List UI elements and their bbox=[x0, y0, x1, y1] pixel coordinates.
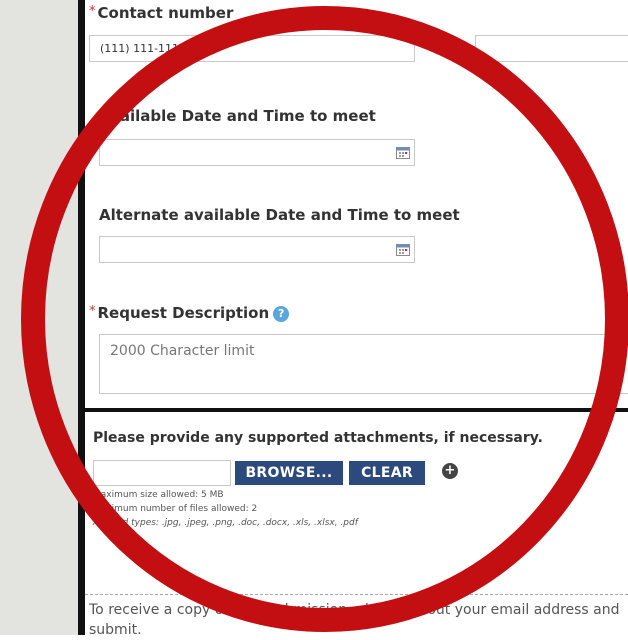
file-name-input[interactable] bbox=[93, 460, 231, 486]
add-icon[interactable]: + bbox=[442, 463, 458, 479]
attachments-title: Please provide any supported attachments… bbox=[93, 430, 543, 446]
alternate-date-input[interactable] bbox=[99, 236, 415, 263]
footer-text: To receive a copy of your submission, pl… bbox=[89, 602, 620, 638]
max-files-note: Maximum number of files allowed: 2 bbox=[93, 504, 258, 514]
calendar-icon[interactable] bbox=[396, 147, 410, 159]
request-description-placeholder: 2000 Character limit bbox=[110, 343, 255, 359]
required-marker: * bbox=[89, 304, 96, 319]
contact-number-label: * Contact number bbox=[89, 4, 234, 22]
extension-input[interactable] bbox=[475, 35, 628, 62]
max-size-note: Maximum size allowed: 5 MB bbox=[93, 490, 224, 500]
alternate-date-label: Alternate available Date and Time to mee… bbox=[99, 206, 460, 224]
left-margin bbox=[0, 0, 78, 635]
footer-divider bbox=[85, 594, 628, 595]
available-date-input[interactable] bbox=[99, 139, 415, 166]
section-divider bbox=[85, 408, 628, 412]
request-description-label: * Request Description? bbox=[89, 304, 290, 322]
allowed-types-note: Allowed types: .jpg, .jpeg, .png, .doc, … bbox=[93, 518, 358, 528]
help-icon[interactable]: ? bbox=[273, 305, 290, 322]
calendar-icon[interactable] bbox=[396, 244, 410, 256]
form-panel: * Contact number (111) 111-1111 ext Avail… bbox=[85, 0, 628, 638]
request-description-textarea[interactable]: 2000 Character limit bbox=[99, 334, 628, 394]
available-date-label: Available Date and Time to meet bbox=[99, 107, 376, 125]
browse-button[interactable]: BROWSE... bbox=[235, 461, 343, 485]
contact-number-value: (111) 111-1111 bbox=[100, 42, 187, 55]
contact-number-input[interactable]: (111) 111-1111 bbox=[89, 35, 415, 62]
clear-button[interactable]: CLEAR bbox=[349, 461, 425, 485]
left-border bbox=[78, 0, 85, 635]
ext-label: ext bbox=[437, 44, 456, 58]
required-marker: * bbox=[89, 4, 96, 19]
